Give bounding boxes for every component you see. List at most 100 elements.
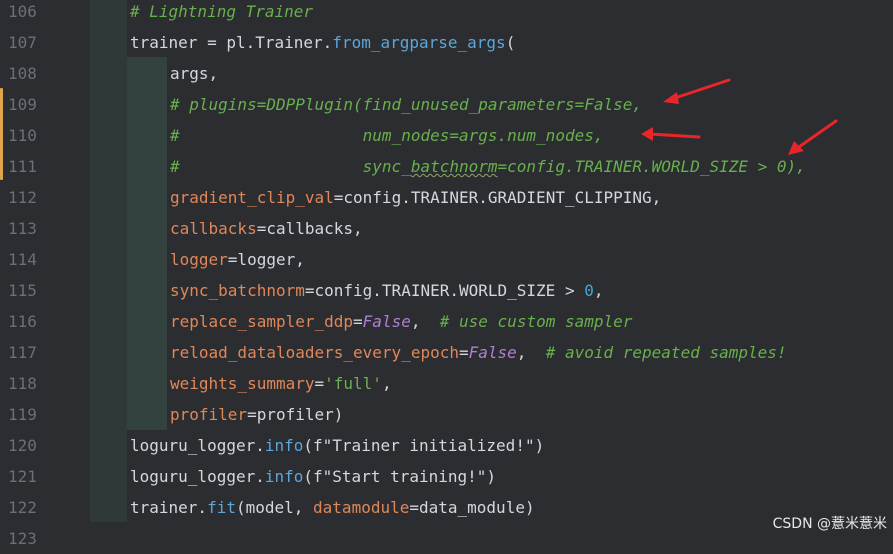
code-token: =profiler) <box>247 405 344 424</box>
code-token: =logger, <box>227 250 305 269</box>
code-text: # num_nodes=args.num_nodes, <box>170 120 603 151</box>
code-line[interactable]: 112 gradient_clip_val=config.TRAINER.GRAD… <box>0 182 893 213</box>
code-token: = <box>458 343 469 362</box>
code-token: trainer = pl.Trainer. <box>130 33 333 52</box>
line-number: 107 <box>8 33 37 52</box>
code-line[interactable]: 118 weights_summary='full', <box>0 368 893 399</box>
line-number: 119 <box>8 405 37 424</box>
line-number: 114 <box>8 250 37 269</box>
code-token: fit <box>207 498 236 517</box>
code-token: =data_module) <box>409 498 535 517</box>
code-token: , <box>593 281 604 300</box>
code-token: , <box>516 343 546 362</box>
code-token: # Lightning Trainer <box>130 2 314 21</box>
line-number: 108 <box>8 64 37 83</box>
red-arrow-annotation-2 <box>641 127 701 141</box>
line-number: 117 <box>8 343 37 362</box>
code-text: weights_summary='full', <box>170 368 392 399</box>
code-text: args, <box>170 58 218 89</box>
code-token: args, <box>170 64 219 83</box>
code-line[interactable]: 116 replace_sampler_ddp=False, # use cust… <box>0 306 893 337</box>
code-token: # avoid repeated samples! <box>545 343 787 362</box>
code-line[interactable]: 114 logger=logger, <box>0 244 893 275</box>
code-line[interactable]: 115 sync_batchnorm=config.TRAINER.WORLD_S… <box>0 275 893 306</box>
line-number: 123 <box>8 529 37 548</box>
code-text: sync_batchnorm=config.TRAINER.WORLD_SIZE… <box>170 275 604 306</box>
line-number: 118 <box>8 374 37 393</box>
code-token: =callbacks, <box>256 219 363 238</box>
line-number: 116 <box>8 312 37 331</box>
code-token: profiler <box>170 405 248 424</box>
code-token: logger <box>170 250 228 269</box>
code-token: ( <box>505 33 516 52</box>
code-token: (f"Trainer initialized!") <box>303 436 545 455</box>
code-token: callbacks <box>170 219 257 238</box>
code-token: replace_sampler_ddp <box>170 312 354 331</box>
code-text: profiler=profiler) <box>170 399 343 430</box>
code-token: (model, <box>235 498 314 517</box>
code-token: info <box>264 436 304 455</box>
code-token: # num_nodes=args.num_nodes, <box>170 126 604 145</box>
code-text: # sync_batchnorm=config.TRAINER.WORLD_SI… <box>170 151 806 182</box>
code-token: , <box>381 374 392 393</box>
code-text: loguru_logger.info(f"Trainer initialized… <box>130 430 544 461</box>
line-number: 120 <box>8 436 37 455</box>
line-number: 122 <box>8 498 37 517</box>
red-arrow-annotation-1 <box>663 78 731 104</box>
line-number: 112 <box>8 188 37 207</box>
line-number: 115 <box>8 281 37 300</box>
code-token: = <box>314 374 325 393</box>
line-number: 110 <box>8 126 37 145</box>
code-token: =config.TRAINER.GRADIENT_CLIPPING, <box>333 188 662 207</box>
code-token: = <box>353 312 363 331</box>
code-line[interactable]: 117 reload_dataloaders_every_epoch=False,… <box>0 337 893 368</box>
code-line[interactable]: 111 # sync_batchnorm=config.TRAINER.WORLD… <box>0 151 893 182</box>
code-text: # Lightning Trainer <box>130 0 313 27</box>
code-text: gradient_clip_val=config.TRAINER.GRADIEN… <box>170 182 661 213</box>
code-line[interactable]: 122 trainer.fit(model, datamodule=data_mo… <box>0 492 893 523</box>
code-token: False <box>468 343 517 362</box>
code-line[interactable]: 109 # plugins=DDPPlugin(find_unused_param… <box>0 89 893 120</box>
code-token: gradient_clip_val <box>170 188 334 207</box>
code-token: , <box>410 312 440 331</box>
code-token: weights_summary <box>170 374 315 393</box>
code-line[interactable]: 119 profiler=profiler) <box>0 399 893 430</box>
code-token: =config.TRAINER.WORLD_SIZE > <box>304 281 585 300</box>
code-text: # plugins=DDPPlugin(find_unused_paramete… <box>170 89 642 120</box>
red-arrow-annotation-3 <box>788 119 838 155</box>
code-token: # plugins=DDPPlugin(find_unused_paramete… <box>170 95 643 114</box>
code-text: trainer.fit(model, datamodule=data_modul… <box>130 492 535 523</box>
code-line[interactable]: 123 <box>0 523 893 554</box>
code-line[interactable]: 110 # num_nodes=args.num_nodes, <box>0 120 893 151</box>
code-token: datamodule <box>313 498 410 517</box>
code-token: batchnorm <box>410 157 498 176</box>
code-token: 0 <box>584 281 594 300</box>
code-text: replace_sampler_ddp=False, # use custom … <box>170 306 632 337</box>
code-line[interactable]: 120 loguru_logger.info(f"Trainer initiali… <box>0 430 893 461</box>
code-token: False <box>362 312 411 331</box>
code-token: sync_batchnorm <box>170 281 305 300</box>
csdn-watermark: CSDN @薏米薏米 <box>772 516 887 532</box>
line-number: 113 <box>8 219 37 238</box>
code-text: trainer = pl.Trainer.from_argparse_args( <box>130 27 515 58</box>
code-text: loguru_logger.info(f"Start training!") <box>130 461 496 492</box>
code-token: info <box>264 467 304 486</box>
code-token: =config.TRAINER.WORLD_SIZE > 0), <box>497 157 806 176</box>
code-line[interactable]: 121 loguru_logger.info(f"Start training!"… <box>0 461 893 492</box>
code-text: logger=logger, <box>170 244 305 275</box>
line-number: 109 <box>8 95 37 114</box>
line-number: 111 <box>8 157 37 176</box>
code-token: loguru_logger. <box>130 436 265 455</box>
code-line[interactable]: 108 args, <box>0 58 893 89</box>
code-token: (f"Start training!") <box>303 467 497 486</box>
code-token: trainer. <box>130 498 208 517</box>
line-number: 121 <box>8 467 37 486</box>
code-line[interactable]: 106 # Lightning Trainer <box>0 0 893 27</box>
code-line[interactable]: 113 callbacks=callbacks, <box>0 213 893 244</box>
code-token: loguru_logger. <box>130 467 265 486</box>
code-text: reload_dataloaders_every_epoch=False, # … <box>170 337 787 368</box>
code-line[interactable]: 107 trainer = pl.Trainer.from_argparse_ar… <box>0 27 893 58</box>
code-token: from_argparse_args <box>332 33 506 52</box>
code-token: # use custom sampler <box>439 312 633 331</box>
code-token: reload_dataloaders_every_epoch <box>170 343 459 362</box>
